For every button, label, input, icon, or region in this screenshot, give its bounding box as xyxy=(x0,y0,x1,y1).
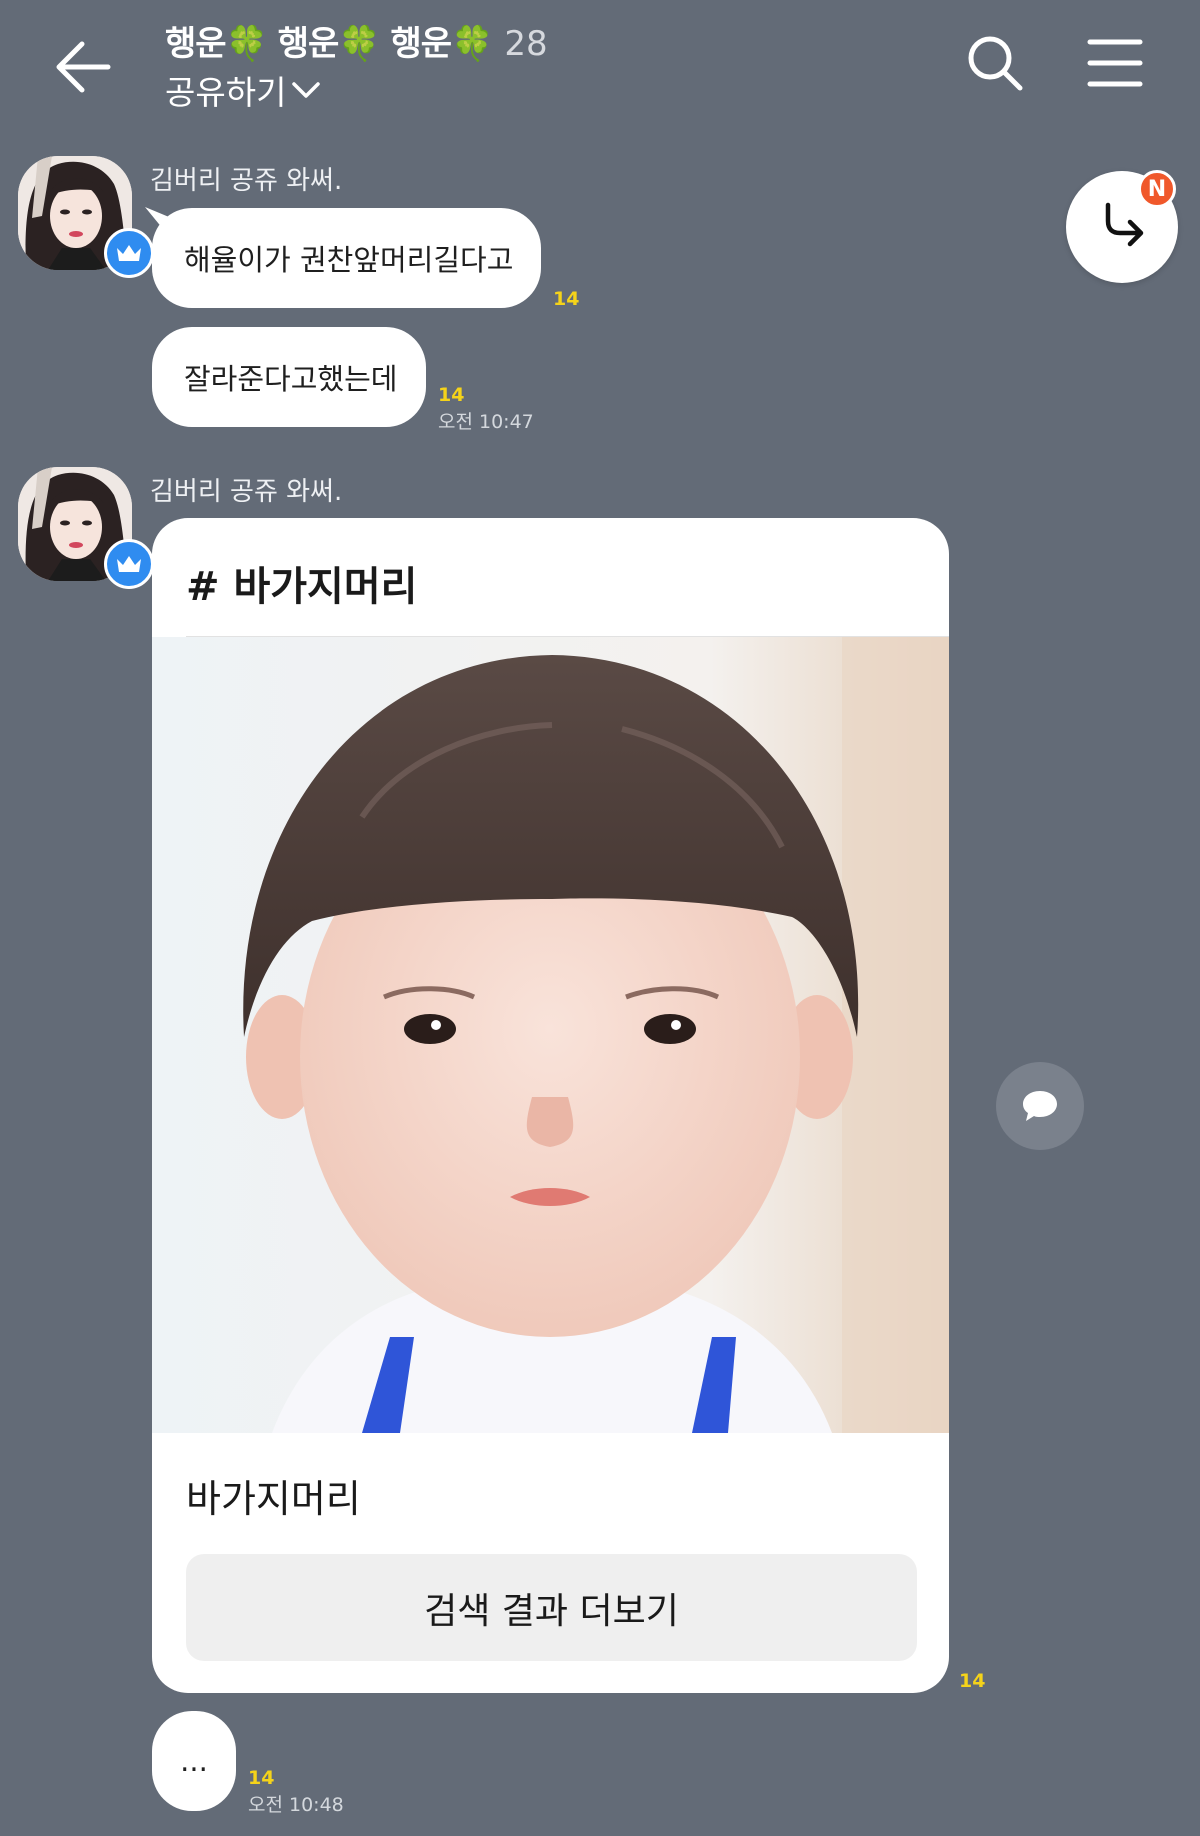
unread-count: 14 xyxy=(248,1767,275,1789)
unread-count: 14 xyxy=(959,1670,986,1692)
crown-icon xyxy=(117,245,141,261)
card-image[interactable] xyxy=(152,637,949,1433)
search-button[interactable] xyxy=(962,30,1028,96)
sender-name: 김버리 공쥬 와써. xyxy=(150,166,343,196)
message-text: 잘라준다고했는데 xyxy=(184,362,398,396)
search-icon xyxy=(968,36,1023,91)
share-label: 공유하기 xyxy=(165,73,287,112)
message-text: ... xyxy=(180,1744,208,1778)
message-bubble[interactable]: ... xyxy=(152,1711,236,1811)
unread-count: 14 xyxy=(438,384,465,406)
message-bubble[interactable]: 잘라준다고했는데 xyxy=(152,327,426,427)
avatar[interactable] xyxy=(18,467,154,589)
crown-badge xyxy=(104,228,154,278)
back-arrow-icon xyxy=(56,41,111,93)
message-time: 오전 10:48 xyxy=(248,1794,344,1816)
member-count: 28 xyxy=(504,24,548,64)
card-hashtag-title: # 바가지머리 xyxy=(186,564,418,610)
unread-count: 14 xyxy=(553,288,580,310)
chevron-down-icon xyxy=(292,82,321,98)
search-result-card: # 바가지머리 바가지머리 검색 결과 더보기 xyxy=(152,518,949,1693)
back-button[interactable] xyxy=(50,34,116,100)
chat-title-group[interactable]: 행운🍀 행운🍀 행운🍀 28 xyxy=(165,16,548,65)
sender-name: 김버리 공쥬 와써. xyxy=(150,477,343,507)
message-bubble[interactable]: 해율이가 권찬앞머리길다고 xyxy=(152,208,541,308)
card-title: 바가지머리 xyxy=(186,1477,361,1521)
more-results-button[interactable]: 검색 결과 더보기 xyxy=(186,1554,917,1661)
message-text: 해율이가 권찬앞머리길다고 xyxy=(184,243,514,277)
reply-button[interactable] xyxy=(996,1062,1084,1150)
speech-bubble-icon xyxy=(1023,1091,1057,1121)
avatar[interactable] xyxy=(18,156,154,278)
crown-icon xyxy=(117,556,141,572)
chat-title: 행운🍀 행운🍀 행운🍀 xyxy=(165,24,493,64)
menu-button[interactable] xyxy=(1084,32,1146,94)
jump-to-latest-icon xyxy=(1105,202,1144,247)
new-message-badge: N xyxy=(1138,170,1176,208)
chat-header: 행운🍀 행운🍀 행운🍀 28 공유하기 xyxy=(0,0,1200,130)
crown-badge xyxy=(104,539,154,589)
menu-icon xyxy=(1087,39,1143,87)
message-time: 오전 10:47 xyxy=(438,411,534,433)
share-dropdown[interactable]: 공유하기 xyxy=(165,66,322,114)
